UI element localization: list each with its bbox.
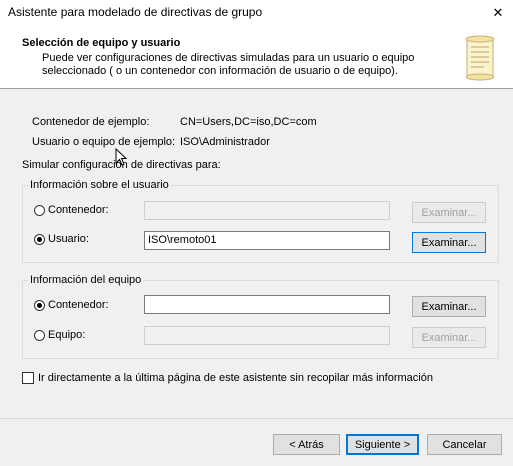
scroll-icon [465, 35, 495, 81]
user-container-radio[interactable] [34, 205, 45, 216]
title-bar: Asistente para modelado de directivas de… [0, 0, 513, 26]
page-description: Puede ver configuraciones de directivas … [42, 52, 415, 77]
computer-container-browse-button[interactable]: Examinar... [412, 296, 486, 317]
back-button[interactable]: < Atrás [273, 434, 340, 455]
user-info-value: ISO\Administrador [180, 136, 270, 148]
page-title: Selección de equipo y usuario [22, 37, 181, 49]
mouse-pointer-icon [115, 148, 127, 166]
close-icon: ✕ [492, 5, 504, 20]
computer-container-radio[interactable] [34, 300, 45, 311]
wizard-header: Selección de equipo y usuario Puede ver … [0, 26, 513, 89]
computer-browse-button[interactable]: Examinar... [412, 327, 486, 348]
user-browse-button[interactable]: Examinar... [412, 232, 486, 253]
container-info-label: Contenedor de ejemplo: [32, 116, 150, 128]
computer-radio[interactable] [34, 330, 45, 341]
user-group-legend: Información sobre el usuario [28, 179, 171, 191]
user-option-label[interactable]: Usuario: [48, 233, 89, 245]
user-field[interactable]: ISO\remoto01 [144, 231, 390, 250]
close-button[interactable]: ✕ [483, 0, 513, 26]
user-container-browse-button[interactable]: Examinar... [412, 202, 486, 223]
container-info-value: CN=Users,DC=iso,DC=com [180, 116, 317, 128]
skip-checkbox[interactable] [22, 372, 34, 384]
user-container-label[interactable]: Contenedor: [48, 204, 109, 216]
user-info-label: Usuario o equipo de ejemplo: [32, 136, 176, 148]
next-button[interactable]: Siguiente > [346, 434, 419, 455]
computer-container-field[interactable] [144, 295, 390, 314]
cancel-button[interactable]: Cancelar [427, 434, 502, 455]
window-title: Asistente para modelado de directivas de… [8, 5, 263, 19]
skip-checkbox-label[interactable]: Ir directamente a la última página de es… [38, 372, 433, 384]
user-container-field[interactable] [144, 201, 390, 220]
computer-group-legend: Información del equipo [28, 274, 144, 286]
user-radio[interactable] [34, 234, 45, 245]
computer-container-label[interactable]: Contenedor: [48, 299, 109, 311]
footer-divider [0, 418, 513, 419]
computer-option-label[interactable]: Equipo: [48, 329, 85, 341]
computer-field[interactable] [144, 326, 390, 345]
